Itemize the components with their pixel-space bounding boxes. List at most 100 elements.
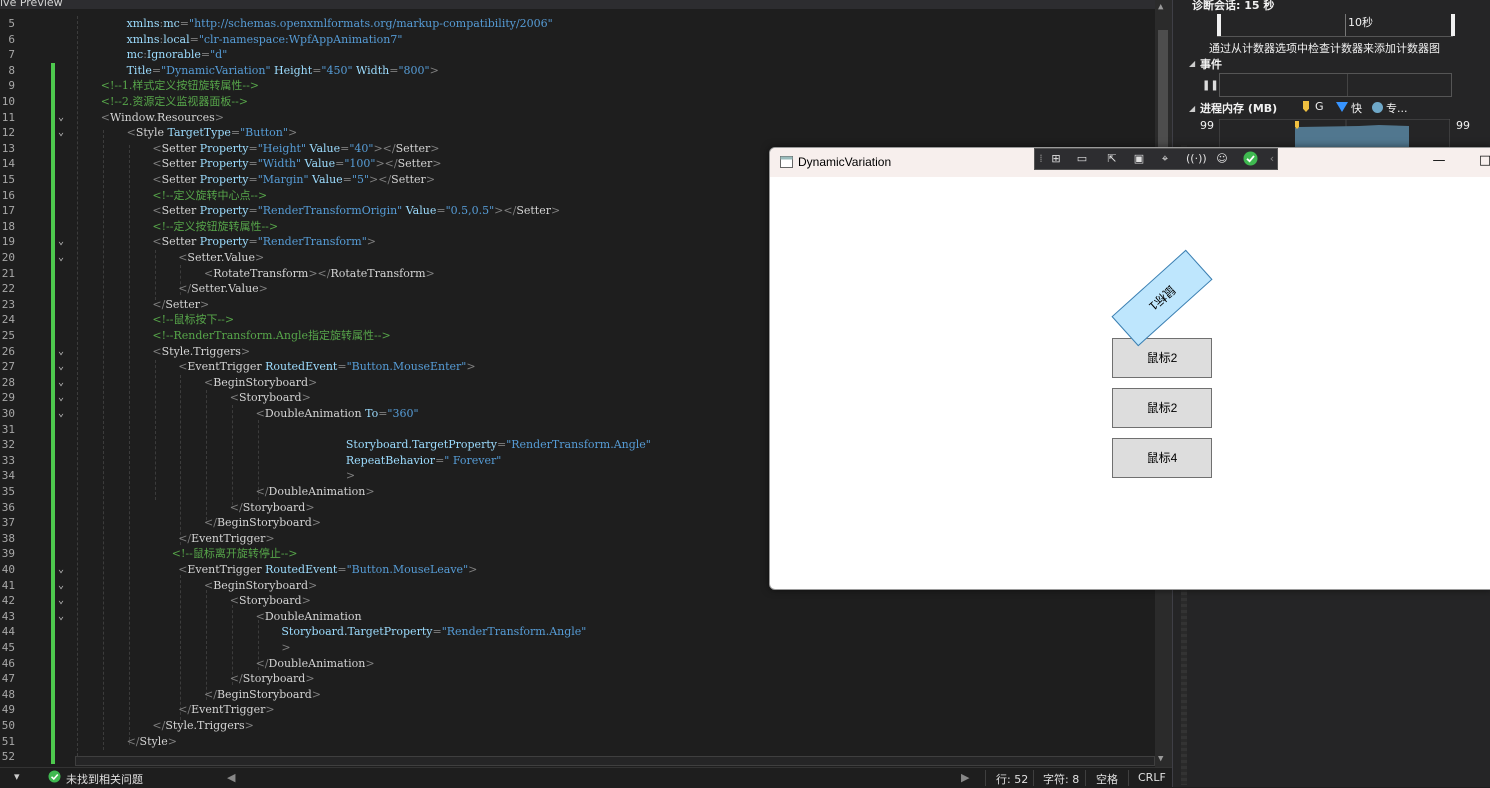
fold-toggle-icon[interactable]: ⌄ — [58, 359, 68, 375]
code-line[interactable]: </Storyboard> — [230, 671, 315, 687]
hot-reload-icon[interactable]: ((·)) — [1186, 151, 1207, 167]
collapse-toolbar-icon[interactable]: ‹ — [1267, 151, 1277, 167]
scrollbar-thumb[interactable] — [1158, 30, 1168, 150]
code-line[interactable]: <Setter.Value> — [178, 250, 264, 266]
code-line[interactable]: RepeatBehavior=" Forever" — [346, 453, 501, 469]
code-line[interactable]: </BeginStoryboard> — [204, 515, 321, 531]
code-line[interactable]: Title="DynamicVariation" Height="450" Wi… — [127, 63, 439, 79]
toolbar-grip-icon[interactable]: ⁞ — [1037, 151, 1045, 167]
code-line[interactable]: <BeginStoryboard> — [204, 578, 317, 594]
window-maximize-button[interactable]: □ — [1462, 148, 1490, 177]
window-title-bar[interactable]: DynamicVariation ⁞ ⊞ ▭ ⇱ ▣ ⌖ ((·)) ☺ ‹ —… — [770, 148, 1490, 177]
collapse-memory-icon[interactable]: ◢ — [1189, 104, 1195, 113]
code-line[interactable]: > — [281, 640, 290, 656]
code-line[interactable]: <Style TargetType="Button"> — [127, 125, 298, 141]
char-indicator[interactable]: 字符: 8 — [1043, 771, 1079, 787]
code-line[interactable]: <Storyboard> — [230, 593, 311, 609]
code-line[interactable]: <DoubleAnimation To="360" — [256, 406, 419, 422]
code-line[interactable]: <!--鼠标按下--> — [152, 312, 234, 328]
line-indicator[interactable]: 行: 52 — [996, 771, 1028, 787]
fold-toggle-icon[interactable]: ⌄ — [58, 125, 68, 141]
fold-toggle-icon[interactable]: ⌄ — [58, 578, 68, 594]
code-line[interactable]: <Window.Resources> — [101, 110, 224, 126]
code-line[interactable]: </Setter.Value> — [178, 281, 268, 297]
code-line[interactable]: <BeginStoryboard> — [204, 375, 317, 391]
scroll-left-icon[interactable]: ◀ — [227, 771, 235, 784]
collapse-events-icon[interactable]: ◢ — [1189, 59, 1195, 68]
code-line[interactable]: <!--定义按钮旋转属性--> — [152, 219, 278, 235]
code-line[interactable]: <!--鼠标离开旋转停止--> — [172, 546, 298, 562]
code-line[interactable]: Storyboard.TargetProperty="RenderTransfo… — [346, 437, 651, 453]
events-section-title[interactable]: 事件 — [1200, 56, 1222, 72]
wpf-window-dynamicvariation[interactable]: DynamicVariation ⁞ ⊞ ▭ ⇱ ▣ ⌖ ((·)) ☺ ‹ —… — [769, 147, 1490, 590]
code-line[interactable]: <EventTrigger RoutedEvent="Button.MouseE… — [178, 359, 475, 375]
fold-toggle-icon[interactable]: ⌄ — [58, 406, 68, 422]
timeline-start-marker[interactable] — [1217, 14, 1221, 36]
code-line[interactable]: </Style.Triggers> — [152, 718, 253, 734]
fold-toggle-icon[interactable]: ⌄ — [58, 593, 68, 609]
code-line[interactable]: </Storyboard> — [230, 500, 315, 516]
fold-toggle-icon[interactable]: ⌄ — [58, 250, 68, 266]
timeline-ruler[interactable] — [1217, 14, 1455, 37]
track-focus-icon[interactable]: ⌖ — [1156, 151, 1174, 167]
scroll-down-arrow-icon[interactable]: ▼ — [1158, 754, 1163, 764]
code-line[interactable]: > — [346, 468, 355, 484]
code-line[interactable]: </DoubleAnimation> — [256, 656, 375, 672]
editor-tab-strip[interactable]: ive Preview — [0, 0, 1172, 9]
mouse-button-4[interactable]: 鼠标4 — [1112, 438, 1212, 478]
code-line[interactable]: <Setter Property="RenderTransform"> — [152, 234, 376, 250]
live-visual-tree-icon[interactable]: ⊞ — [1047, 151, 1065, 167]
fold-toggle-icon[interactable]: ⌄ — [58, 609, 68, 625]
code-line[interactable]: <!--1.样式定义按钮旋转属性--> — [101, 78, 259, 94]
fold-toggle-icon[interactable]: ⌄ — [58, 234, 68, 250]
code-line[interactable]: xmlns:mc="http://schemas.openxmlformats.… — [127, 16, 553, 32]
fold-toggle-icon[interactable]: ⌄ — [58, 344, 68, 360]
mouse-button-2b[interactable]: 鼠标2 — [1112, 388, 1212, 428]
record-video-icon[interactable]: ▭ — [1073, 151, 1091, 167]
window-minimize-button[interactable]: — — [1416, 148, 1462, 177]
fold-toggle-icon[interactable]: ⌄ — [58, 562, 68, 578]
scroll-right-icon[interactable]: ▶ — [961, 771, 969, 784]
issues-ok-icon[interactable] — [48, 770, 61, 786]
process-memory-title[interactable]: 进程内存 (MB) — [1200, 100, 1277, 116]
code-line[interactable]: <!--2.资源定义监视器面板--> — [101, 94, 248, 110]
code-line[interactable]: <Setter Property="RenderTransformOrigin"… — [152, 203, 560, 219]
code-line[interactable]: </Style> — [127, 734, 177, 750]
code-line[interactable]: </Setter> — [152, 297, 209, 313]
code-line[interactable]: Storyboard.TargetProperty="RenderTransfo… — [281, 624, 586, 640]
code-line[interactable]: <RotateTransform></RotateTransform> — [204, 266, 435, 282]
code-line[interactable]: <!--定义旋转中心点--> — [152, 188, 267, 204]
zoom-dropdown-icon[interactable]: ▾ — [14, 770, 20, 783]
issues-status-text[interactable]: 未找到相关问题 — [66, 771, 143, 787]
indent-mode-indicator[interactable]: 空格 — [1096, 771, 1118, 787]
scroll-up-arrow-icon[interactable]: ▲ — [1158, 2, 1163, 12]
fold-toggle-icon[interactable]: ⌄ — [58, 110, 68, 126]
code-line[interactable]: <Style.Triggers> — [152, 344, 250, 360]
timeline-end-marker[interactable] — [1451, 14, 1455, 36]
xaml-runtime-toolbar[interactable]: ⁞ ⊞ ▭ ⇱ ▣ ⌖ ((·)) ☺ ‹ — [1034, 148, 1278, 170]
code-line[interactable]: </EventTrigger> — [178, 702, 274, 718]
mouse-button-2a[interactable]: 鼠标2 — [1112, 338, 1212, 378]
pause-icon[interactable]: ❚❚ — [1202, 80, 1219, 91]
code-line[interactable]: <Setter Property="Width" Value="100"></S… — [152, 156, 441, 172]
hot-reload-ok-icon[interactable] — [1241, 151, 1259, 167]
code-line[interactable]: </EventTrigger> — [178, 531, 274, 547]
fold-toggle-icon[interactable]: ⌄ — [58, 390, 68, 406]
code-line[interactable]: <Setter Property="Margin" Value="5"></Se… — [152, 172, 435, 188]
code-line[interactable]: <Setter Property="Height" Value="40"></S… — [152, 141, 439, 157]
code-line[interactable]: <DoubleAnimation — [256, 609, 362, 625]
editor-tab-title[interactable]: ive Preview — [0, 0, 63, 9]
display-adorners-icon[interactable]: ▣ — [1130, 151, 1148, 167]
line-ending-indicator[interactable]: CRLF — [1138, 771, 1166, 784]
code-line[interactable]: <Storyboard> — [230, 390, 311, 406]
code-line[interactable]: </DoubleAnimation> — [256, 484, 375, 500]
select-element-icon[interactable]: ⇱ — [1103, 151, 1121, 167]
code-line[interactable]: xmlns:local="clr-namespace:WpfAppAnimati… — [127, 32, 403, 48]
code-line[interactable]: <!--RenderTransform.Angle指定旋转属性--> — [152, 328, 390, 344]
code-line[interactable]: mc:Ignorable="d" — [127, 47, 228, 63]
code-line[interactable]: <EventTrigger RoutedEvent="Button.MouseL… — [178, 562, 477, 578]
fold-toggle-icon[interactable]: ⌄ — [58, 375, 68, 391]
accessibility-icon[interactable]: ☺ — [1213, 151, 1231, 167]
code-line[interactable]: </BeginStoryboard> — [204, 687, 321, 703]
horizontal-scroll-track[interactable] — [75, 756, 1155, 766]
